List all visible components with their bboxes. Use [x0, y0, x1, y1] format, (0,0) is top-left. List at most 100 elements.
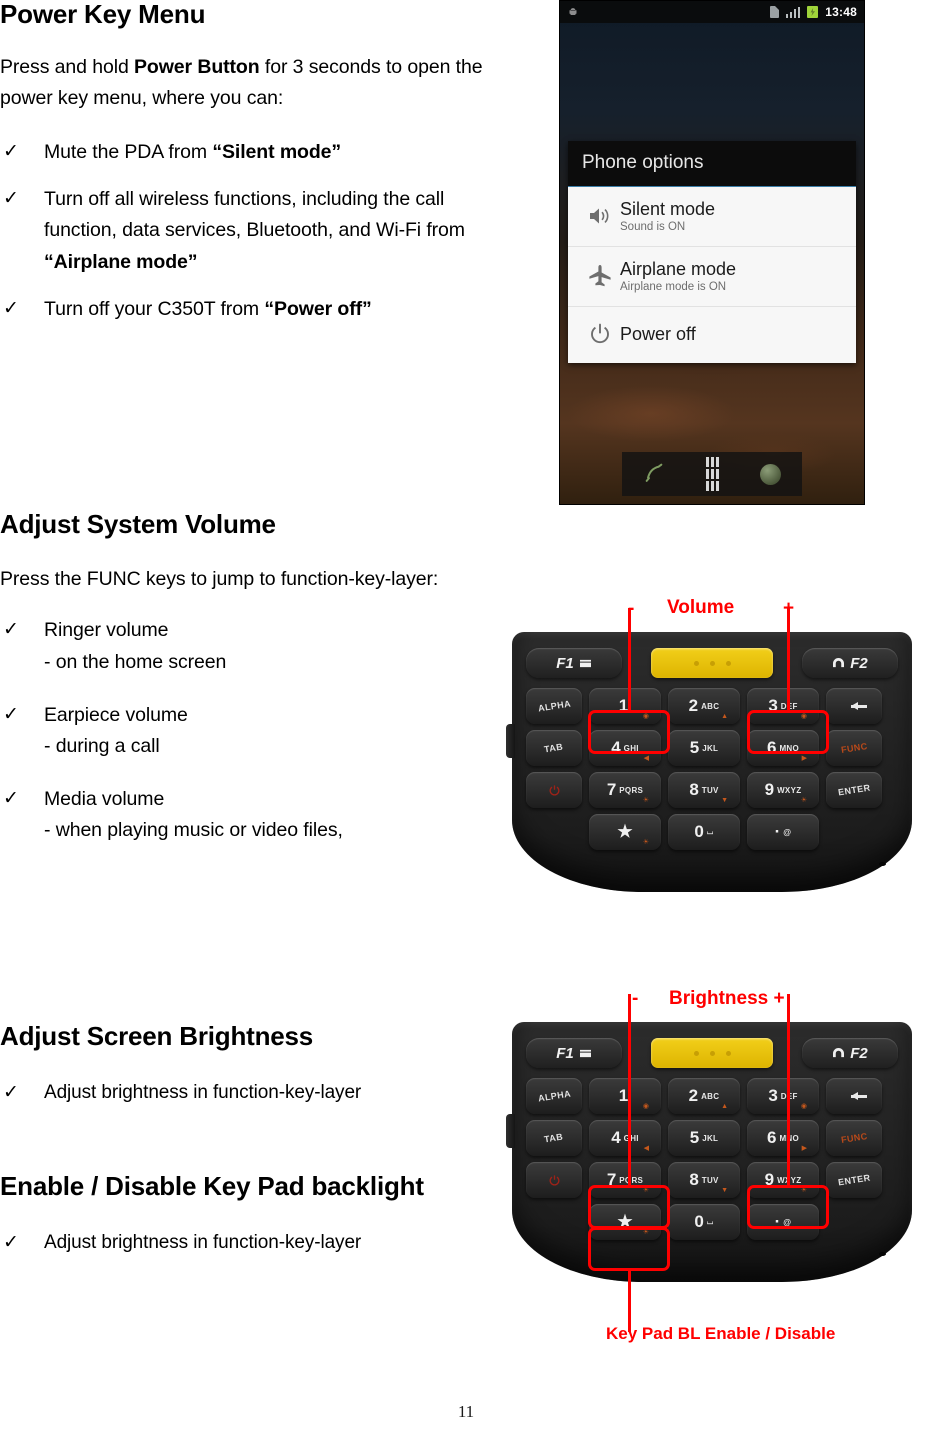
list-item-text: Turn off your C350T from “Power off” [44, 294, 372, 325]
key-6[interactable]: 6MNO▶ [747, 1120, 819, 1156]
alpha-key[interactable]: ALPHA [526, 688, 582, 724]
checkmark-icon: ✓ [3, 297, 19, 319]
checkmark-icon: ✓ [3, 788, 19, 810]
fn-glyph-icon: ☀ [642, 1229, 649, 1236]
checkmark-icon: ✓ [3, 1231, 19, 1253]
scan-key[interactable] [651, 1038, 773, 1068]
fn-glyph-icon: ☀ [642, 797, 649, 804]
tab-key[interactable]: TAB [526, 730, 582, 766]
fn-glyph-icon: ◀ [643, 1145, 649, 1152]
key-0[interactable]: 0 ⌴ [668, 814, 740, 850]
backspace-key[interactable] [826, 688, 882, 724]
key-period[interactable]: · @ [747, 1204, 819, 1240]
speaker-icon [580, 205, 620, 227]
annotation-brightness-label: Brightness + [669, 988, 785, 1009]
fn-glyph-icon: ☀ [642, 839, 649, 846]
key-0[interactable]: 0 ⌴ [668, 1204, 740, 1240]
home-screen-dock [622, 452, 802, 496]
f1-key[interactable]: F1 [526, 648, 622, 678]
bullet-list: ✓ Ringer volume - on the home screen ✓ E… [0, 615, 530, 846]
section-power-key-menu: Power Key Menu Press and hold Power Butt… [0, 0, 530, 339]
fn-glyph-icon: ◉ [800, 1103, 807, 1110]
key-2[interactable]: 2 ABC ▲ [668, 1078, 740, 1114]
key-8[interactable]: 8 TUV ▼ [668, 1162, 740, 1198]
list-item-text: Media volume - when playing music or vid… [44, 784, 343, 846]
phone-handset-icon[interactable] [643, 463, 665, 485]
browser-orb-icon[interactable] [760, 463, 782, 485]
list-item: ✓ Media volume - when playing music or v… [0, 784, 530, 846]
leader-line-volume-minus [628, 608, 631, 712]
key-period[interactable]: · @ [747, 814, 819, 850]
tab-key[interactable]: TAB [526, 1120, 582, 1156]
key-5[interactable]: 5 JKL [668, 730, 740, 766]
dialog-title: Phone options [568, 141, 856, 187]
alpha-key[interactable]: ALPHA [526, 1078, 582, 1114]
keypad-row: ALPHA 1◉ 2ABC▲ 3DEF◉ [526, 1078, 898, 1114]
list-item-line2: - when playing music or video files, [44, 819, 343, 842]
keypad-row: TAB 4GHI◀ 5JKL 6MNO▶ FUNC [526, 1120, 898, 1156]
enter-key[interactable]: ENTER [826, 772, 882, 808]
keypad-grid: ALPHA 1◉ 2ABC▲ 3DEF◉ TAB 4GHI◀ 5JKL 6MNO… [526, 1078, 898, 1246]
key-5[interactable]: 5 JKL [668, 1120, 740, 1156]
key-star[interactable]: ★ ☀ [589, 1204, 661, 1240]
enter-key[interactable]: ENTER [826, 1162, 882, 1198]
section-title-keypad-backlight: Enable / Disable Key Pad backlight [0, 1171, 424, 1201]
app-drawer-icon[interactable] [705, 457, 719, 491]
microphone-hole [879, 1252, 886, 1256]
section-adjust-screen-brightness: Adjust Screen Brightness ✓ Adjust bright… [0, 1021, 530, 1122]
fn-glyph-icon: ◉ [800, 713, 807, 720]
f1-key[interactable]: F1 [526, 1038, 622, 1068]
f2-label: F2 [850, 654, 868, 672]
key-star[interactable]: ★ ☀ [589, 814, 661, 850]
leader-line-keypad-backlight [628, 1270, 631, 1332]
key-9[interactable]: 9WXYZ☀ [747, 772, 819, 808]
function-key-row: F1 F2 [526, 646, 898, 680]
key-7[interactable]: 7 PQRS ☀ [589, 1162, 661, 1198]
dialog-item-text: Silent mode Sound is ON [620, 199, 715, 234]
list-item-text: Adjust brightness in function-key-layer [44, 1081, 362, 1103]
func-key[interactable]: FUNC [826, 1120, 882, 1156]
key-3[interactable]: 3DEF◉ [747, 688, 819, 724]
keypad-image-brightness: F1 F2 ALPHA 1◉ 2ABC▲ 3DEF◉ TAB 4GHI◀ 5JK… [506, 994, 922, 1332]
backspace-key[interactable] [826, 1078, 882, 1114]
power-key[interactable] [526, 1162, 582, 1198]
annotation-volume-label: Volume [667, 597, 735, 618]
power-key[interactable] [526, 772, 582, 808]
key-8[interactable]: 8 TUV ▼ [668, 772, 740, 808]
list-item-line2: - on the home screen [44, 650, 227, 673]
f2-key[interactable]: F2 [802, 1038, 898, 1068]
home-glyph-icon [833, 1047, 845, 1057]
menu-glyph-icon [579, 1049, 591, 1057]
scan-key[interactable] [651, 648, 773, 678]
list-item-text-bold: “Airplane mode” [44, 250, 198, 273]
key-4[interactable]: 4 GHI ◀ [589, 730, 661, 766]
dialog-item-airplane-mode[interactable]: Airplane mode Airplane mode is ON [568, 247, 856, 307]
key-1[interactable]: 1 ◉ [589, 688, 661, 724]
intro-text-bold: Power Button [134, 55, 260, 78]
menu-glyph-icon [579, 659, 591, 667]
status-bar-right: 13:48 [769, 5, 857, 19]
section-keypad-backlight: Enable / Disable Key Pad backlight ✓ Adj… [0, 1171, 530, 1272]
status-bar-clock: 13:48 [825, 5, 857, 19]
key-4[interactable]: 4 GHI ◀ [589, 1120, 661, 1156]
power-glyph-icon [549, 1174, 559, 1185]
phone-options-screenshot: 13:48 Phone options Silent mode Sound is… [559, 0, 865, 505]
func-key[interactable]: FUNC [826, 730, 882, 766]
fn-glyph-icon: ◉ [642, 713, 649, 720]
dialog-item-power-off[interactable]: Power off [568, 307, 856, 363]
annotation-volume-minus: - [628, 598, 635, 619]
section-title-brightness: Adjust Screen Brightness [0, 1021, 314, 1051]
section-title-volume: Adjust System Volume [0, 509, 276, 539]
dialog-item-silent-mode[interactable]: Silent mode Sound is ON [568, 187, 856, 247]
f2-key[interactable]: F2 [802, 648, 898, 678]
annotation-volume-plus: + [783, 598, 795, 619]
status-bar-left [567, 6, 770, 18]
key-6[interactable]: 6MNO▶ [747, 730, 819, 766]
checkmark-icon: ✓ [3, 1081, 19, 1103]
leader-line-brightness-plus [787, 994, 790, 1187]
key-1[interactable]: 1 ◉ [589, 1078, 661, 1114]
key-7[interactable]: 7 PQRS ☀ [589, 772, 661, 808]
key-2[interactable]: 2 ABC ▲ [668, 688, 740, 724]
key-3[interactable]: 3DEF◉ [747, 1078, 819, 1114]
key-9[interactable]: 9WXYZ☀ [747, 1162, 819, 1198]
